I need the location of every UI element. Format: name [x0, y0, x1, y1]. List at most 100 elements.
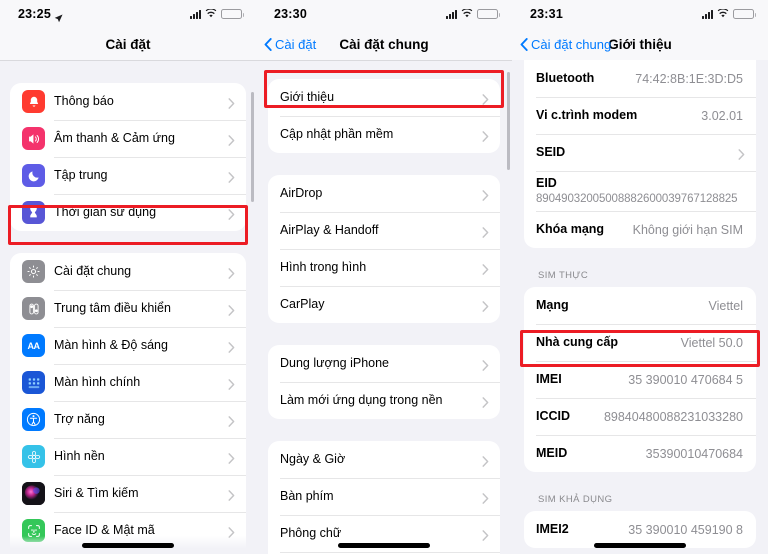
row-label: Bluetooth: [536, 71, 595, 85]
settings-row-general[interactable]: Cài đặt chung: [10, 253, 246, 290]
focus-moon-icon: [22, 164, 45, 187]
settings-row-control-center[interactable]: Trung tâm điều khiển: [10, 290, 246, 327]
general-row-keyboard[interactable]: Bàn phím: [268, 478, 500, 515]
status-bar-left: 23:25: [18, 7, 63, 22]
settings-row-home-screen[interactable]: Màn hình chính: [10, 364, 246, 401]
row-value: 3.02.01: [701, 108, 743, 123]
settings-row-display-brightness[interactable]: AA Màn hình & Độ sáng: [10, 327, 246, 364]
back-button-label: Cài đặt chung: [531, 36, 612, 52]
general-row-background-app-refresh[interactable]: Làm mới ứng dụng trong nền: [268, 382, 500, 419]
row-label: Bàn phím: [280, 489, 334, 503]
general-row-date-time[interactable]: Ngày & Giờ: [268, 441, 500, 478]
back-button[interactable]: Cài đặt: [264, 28, 316, 60]
row-value: 89840480088231033280: [603, 409, 743, 424]
general-row-iphone-storage[interactable]: Dung lượng iPhone: [268, 345, 500, 382]
general-row-airdrop[interactable]: AirDrop: [268, 175, 500, 212]
about-row-modem-firmware: Vi c.trình modem 3.02.01: [524, 97, 756, 134]
general-row-picture-in-picture[interactable]: Hình trong hình: [268, 249, 500, 286]
home-screen-grid-icon: [22, 371, 45, 394]
accessibility-icon: [22, 408, 45, 431]
general-group-2: AirDrop AirPlay & Handoff Hình trong hìn…: [268, 175, 500, 323]
settings-group-2: Cài đặt chung Trung tâm điều khiển AA Mà…: [10, 253, 246, 554]
about-row-eid: EID 89049032005008882600039767128825: [524, 171, 756, 211]
row-value: 35 390010 459190 8: [628, 522, 743, 537]
wifi-icon: [461, 5, 473, 23]
row-label: Cập nhật phần mềm: [280, 127, 394, 141]
row-value: Viettel: [708, 298, 743, 313]
row-label: Trung tâm điều khiển: [54, 301, 171, 315]
settings-row-accessibility[interactable]: Trợ năng: [10, 401, 246, 438]
general-row-airplay-handoff[interactable]: AirPlay & Handoff: [268, 212, 500, 249]
siri-orb-icon: [22, 482, 45, 505]
status-bar: 23:30: [256, 0, 512, 28]
general-row-carplay[interactable]: CarPlay: [268, 286, 500, 323]
phone-screen-settings: 23:25 Cài đặt Thông báo Âm thanh & Cảm ứ…: [0, 0, 256, 554]
row-label: MEID: [536, 446, 568, 460]
nav-bar: Cài đặt Cài đặt chung: [256, 28, 512, 60]
vertical-scrollbar[interactable]: [507, 72, 510, 170]
row-value: Viettel 50.0: [680, 335, 743, 350]
settings-group-1: Thông báo Âm thanh & Cảm ứng Tập trung T…: [10, 83, 246, 231]
page-title: Cài đặt: [105, 36, 151, 52]
chevron-right-icon: [228, 377, 235, 390]
control-center-icon: [22, 297, 45, 320]
row-label: Ngày & Giờ: [280, 452, 346, 466]
row-label: CarPlay: [280, 297, 325, 311]
about-row-iccid: ICCID 89840480088231033280: [524, 398, 756, 435]
general-group-3: Dung lượng iPhone Làm mới ứng dụng trong…: [268, 345, 500, 419]
chevron-right-icon: [228, 451, 235, 464]
chevron-right-icon: [228, 303, 235, 316]
about-row-meid: MEID 35390010470684: [524, 435, 756, 472]
status-time: 23:31: [530, 7, 563, 21]
home-indicator: [338, 543, 430, 548]
cellular-signal-icon: [190, 9, 201, 19]
wallpaper-flower-icon: [22, 445, 45, 468]
three-phone-screenshots: 23:25 Cài đặt Thông báo Âm thanh & Cảm ứ…: [0, 0, 768, 554]
settings-row-sounds[interactable]: Âm thanh & Cảm ứng: [10, 120, 246, 157]
chevron-right-icon: [738, 147, 745, 160]
chevron-left-icon: [520, 37, 528, 51]
status-bar-right: [190, 5, 244, 23]
settings-row-screen-time[interactable]: Thời gian sử dụng: [10, 194, 246, 231]
row-label: Dung lượng iPhone: [280, 356, 389, 370]
status-bar-right: [446, 5, 500, 23]
back-button[interactable]: Cài đặt chung: [520, 28, 611, 60]
status-bar-right: [702, 5, 756, 23]
status-bar-left: 23:30: [274, 7, 307, 21]
row-label: AirDrop: [280, 186, 323, 200]
chevron-right-icon: [228, 525, 235, 538]
page-title: Cài đặt chung: [339, 36, 429, 52]
cellular-signal-icon: [702, 9, 713, 19]
settings-row-siri-search[interactable]: Siri & Tìm kiếm: [10, 475, 246, 512]
general-row-about[interactable]: Giới thiệu: [268, 79, 500, 116]
chevron-right-icon: [482, 225, 489, 238]
row-value: 74:42:8B:1E:3D:D5: [635, 71, 743, 86]
row-value: 89049032005008882600039767128825: [536, 193, 738, 205]
settings-row-notifications[interactable]: Thông báo: [10, 83, 246, 120]
chevron-right-icon: [482, 395, 489, 408]
row-label: Vi c.trình modem: [536, 108, 638, 122]
chevron-right-icon: [482, 92, 489, 105]
vertical-scrollbar[interactable]: [251, 92, 254, 202]
general-row-software-update[interactable]: Cập nhật phần mềm: [268, 116, 500, 153]
notifications-bell-icon: [22, 90, 45, 113]
battery-low-icon: [477, 9, 500, 19]
cellular-signal-icon: [446, 9, 457, 19]
chevron-right-icon: [482, 262, 489, 275]
section-header-available-sim: SIM KHẢ DỤNG: [538, 494, 613, 505]
about-row-network-lock: Khóa mạng Không giới hạn SIM: [524, 211, 756, 248]
row-label: IMEI: [536, 372, 562, 386]
about-row-seid[interactable]: SEID: [524, 134, 756, 171]
settings-row-focus[interactable]: Tập trung: [10, 157, 246, 194]
chevron-right-icon: [482, 528, 489, 541]
about-row-carrier: Nhà cung cấp Viettel 50.0: [524, 324, 756, 361]
settings-row-wallpaper[interactable]: Hình nền: [10, 438, 246, 475]
chevron-right-icon: [482, 299, 489, 312]
chevron-right-icon: [228, 96, 235, 109]
row-label: Tập trung: [54, 168, 108, 182]
about-list: Bluetooth 74:42:8B:1E:3D:D5 Vi c.trình m…: [512, 60, 768, 554]
status-bar: 23:25: [0, 0, 256, 28]
row-label: EID: [536, 176, 557, 190]
chevron-right-icon: [228, 340, 235, 353]
section-header-physical-sim: SIM THỰC: [538, 270, 589, 281]
